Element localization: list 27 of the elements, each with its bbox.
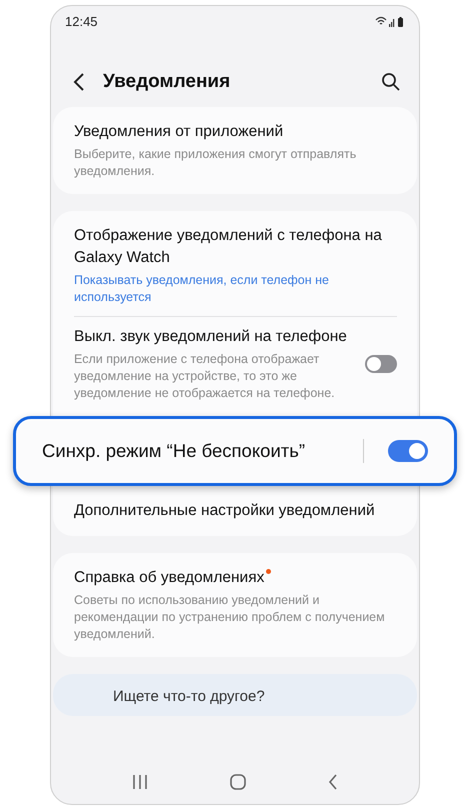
highlighted-setting[interactable]: Синхр. режим “Не беспокоить” <box>13 416 457 486</box>
item-title: Уведомления от приложений <box>74 122 284 142</box>
item-description: Советы по использованию уведомлений и рекомендации по устранению проблем с получением уведомлений. <box>74 592 386 643</box>
item-description: Показывать уведомления, если телефон не используется <box>74 272 330 306</box>
back-icon[interactable] <box>327 773 339 791</box>
settings-item[interactable]: Выкл. звук уведомлений на телефоне Если приложение с телефона отображает уведомление на устройстве, то это же уведомление не отображается на телефоне. <box>53 316 417 412</box>
item-title: Справка об уведомлениях <box>74 568 264 588</box>
suggestion-title: Ищете что-то другое? <box>113 688 265 705</box>
settings-item[interactable]: Справка об уведомлениях Советы по использованию уведомлений и рекомендации по устранению проблем с получением уведомлений. <box>53 557 417 653</box>
recent-apps-icon[interactable] <box>131 774 149 790</box>
item-title: Выкл. звук уведомлений на телефоне <box>74 327 348 347</box>
toggle-switch[interactable] <box>365 355 397 373</box>
item-description: Если приложение с телефона отображает уведомление на устройстве, то это же уведомление не отображается на телефоне. <box>74 351 336 402</box>
settings-item[interactable]: Уведомления от приложений Выберите, какие приложения смогут отправлять уведомления. <box>53 111 417 190</box>
back-button[interactable] <box>73 73 85 91</box>
item-title: Отображение уведомлений с телефона на Galaxy Watch <box>74 226 383 268</box>
item-title: Дополнительные настройки уведомлений <box>74 501 375 521</box>
home-icon[interactable] <box>229 773 247 791</box>
settings-item[interactable]: Дополнительные настройки уведомлений <box>53 490 417 532</box>
status-time: 12:45 <box>65 14 98 29</box>
page-title: Уведомления <box>103 71 232 93</box>
item-title: Синхр. режим “Не беспокоить” <box>42 440 306 462</box>
search-icon[interactable] <box>381 72 401 92</box>
status-icons <box>375 16 405 28</box>
settings-item[interactable]: Отображение уведомлений с телефона на Galaxy Watch Показывать уведомления, если телефон не используется <box>53 215 417 316</box>
item-description: Выберите, какие приложения смогут отправлять уведомления. <box>74 146 358 180</box>
toggle-switch[interactable] <box>388 440 428 462</box>
